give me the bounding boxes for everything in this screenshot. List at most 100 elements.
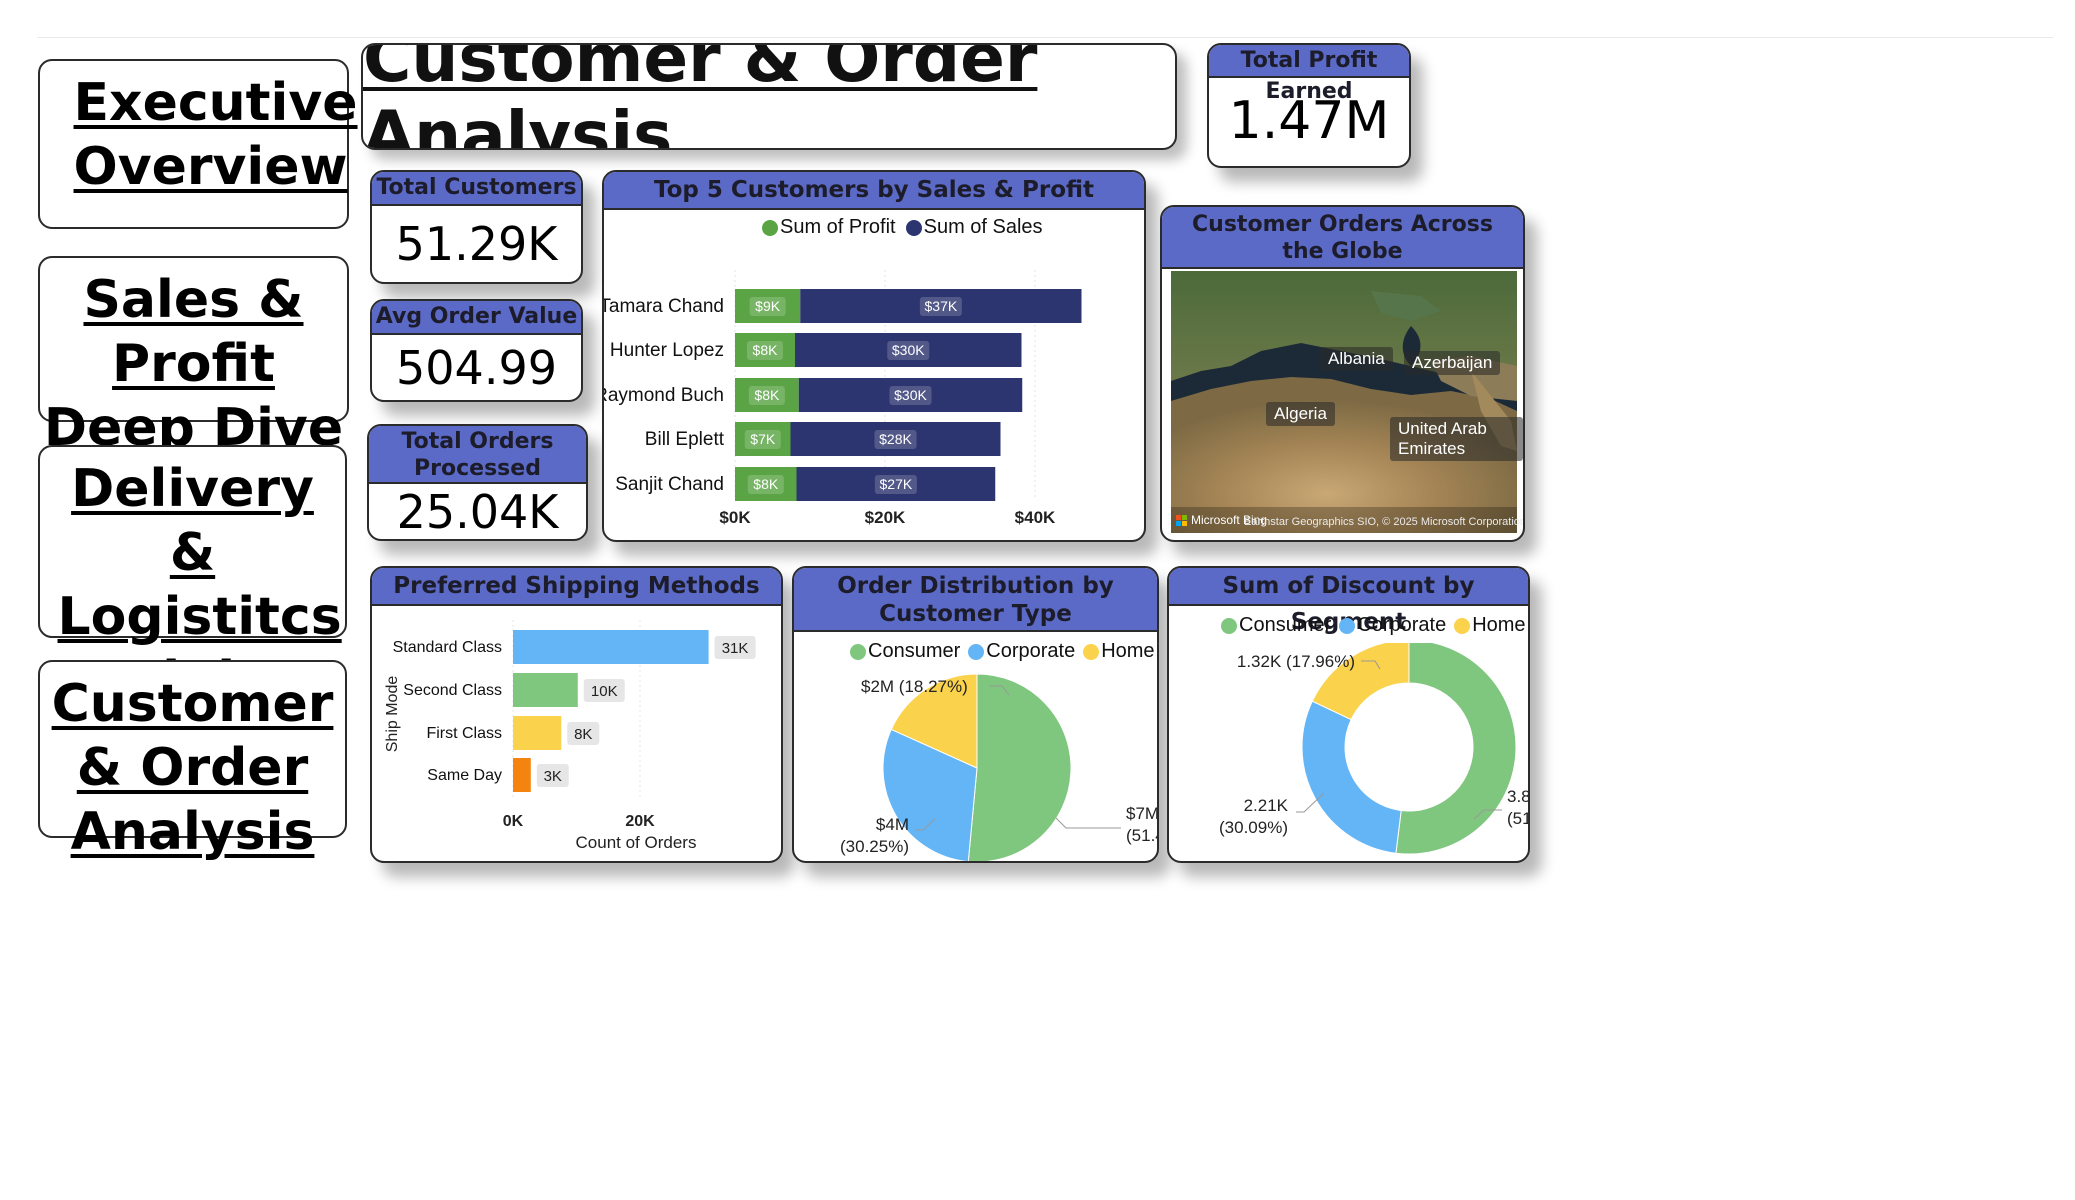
home-office-swatch-2 [1454,617,1471,634]
discount-data-label: 1.32K (17.96%) [1237,652,1355,671]
legend-home-office-label-2: Home Office [1472,614,1528,636]
discount-data-label: (51.95%) [1507,809,1528,828]
nav-customer-label: Customer & Order Analysis [51,674,334,862]
order-distribution-data-label: $7M [1126,804,1157,823]
top5-x-tick: $40K [1015,508,1056,527]
shipping-x-tick: 20K [625,813,655,830]
shipping-x-tick: 0K [503,813,524,830]
top5-category-label: Raymond Buch [604,385,724,406]
kpi-avg-order-value: Avg Order Value 504.99 [370,299,583,402]
order-distribution-data-label: $4M [876,815,909,834]
map-title: Customer Orders Across the Globe [1162,207,1523,269]
nav-customer-order[interactable]: Customer & Order Analysis [38,660,347,862]
discount-data-label: 3.81K [1507,787,1528,806]
discount-data-label: 2.21K [1244,796,1289,815]
shipping-bar [513,758,531,792]
microsoft-logo-icon [1176,514,1187,526]
top5-profit-data-label: $9K [755,298,781,314]
kpi-total-orders: Total Orders Processed 25.04K [367,424,588,541]
order-distribution-data-label: (30.25%) [840,837,909,856]
shipping-chart-svg: 0K 20K Standard Class 31K Second Class 10K Fir… [384,620,756,852]
nav-sales-profit[interactable]: Sales & Profit Deep Dive [38,256,349,458]
legend-home-office-label: Home Office [1101,640,1157,662]
shipping-category-label: First Class [426,725,502,742]
order-distribution-svg: $7M (51.48%) $4M (30.25%) $2M (18.27%) [840,673,1157,861]
order-distribution-legend: Consumer Corporate Home Office [850,640,1157,663]
discount-legend: Consumer Corporate Home Office [1221,614,1528,637]
legend-consumer-label: Consumer [868,640,961,662]
kpi-total-profit: Total Profit Earned 1.47M [1207,43,1411,168]
legend-item-corporate-2[interactable]: Corporate [1339,614,1446,637]
top5-sales-data-label: $30K [894,387,927,403]
legend-item-home-office-2[interactable]: Home Office [1454,614,1528,637]
legend-item-home-office[interactable]: Home Office [1083,640,1157,663]
order-distribution-leader-line [1055,817,1121,829]
discount-card: Sum of Discount by Segment Consumer Corp… [1167,566,1530,863]
legend-item-consumer[interactable]: Consumer [850,640,960,663]
discount-slice [1301,700,1402,854]
map-label-algeria[interactable]: Algeria [1266,402,1335,426]
map-image[interactable] [1171,271,1517,533]
kpi-avg-order-label: Avg Order Value [372,301,581,335]
nav-executive-overview[interactable]: Executive Overview [38,59,358,229]
consumer-swatch-2 [1221,617,1237,634]
top5-category-label: Tamara Chand [604,296,724,317]
shipping-data-label: 10K [591,683,618,700]
order-distribution-title: Order Distribution by Customer Type [794,568,1157,632]
order-distribution-slice [967,673,1072,861]
kpi-total-profit-value: 1.47M [1228,91,1390,151]
top5-profit-data-label: $8K [753,476,779,492]
map-label-albania[interactable]: Albania [1320,347,1393,371]
legend-corporate-label: Corporate [986,640,1076,662]
nav-executive-label: Executive Overview [73,73,358,197]
shipping-category-label: Standard Class [393,639,502,656]
map-label-azerbaijan[interactable]: Azerbaijan [1404,351,1501,375]
kpi-avg-order-value-number: 504.99 [396,341,557,395]
shipping-data-label: 31K [722,640,749,657]
kpi-total-orders-label: Total Orders Processed [369,426,586,484]
top5-sales-data-label: $30K [892,342,925,358]
top5-category-label: Bill Eplett [645,429,725,450]
top5-sales-data-label: $37K [925,298,958,314]
nav-sales-label: Sales & Profit Deep Dive [43,270,344,458]
top5-profit-data-label: $7K [750,431,776,447]
discount-data-label: (30.09%) [1219,818,1288,837]
top5-category-label: Sanjit Chand [615,474,724,495]
legend-corporate-label-2: Corporate [1357,614,1447,636]
dashboard-canvas: Executive Overview Sales & Profit Deep D… [37,37,2053,1163]
top5-profit-data-label: $8K [753,342,779,358]
top5-sales-data-label: $28K [879,431,912,447]
discount-slice [1395,643,1517,855]
map-label-uae[interactable]: United Arab Emirates [1390,417,1523,461]
top5-category-label: Hunter Lopez [610,340,724,361]
kpi-total-customers-label: Total Customers [372,172,581,206]
top5-sales-data-label: $27K [880,476,913,492]
top5-x-tick: $0K [719,508,751,527]
legend-item-consumer-2[interactable]: Consumer [1221,614,1331,637]
shipping-category-label: Same Day [427,767,502,784]
kpi-total-profit-label: Total Profit Earned [1209,45,1409,104]
map-card: Customer Orders Across the Globe Albania… [1160,205,1525,542]
discount-chart-title: Sum of Discount by Segment [1169,568,1528,635]
shipping-x-axis-title: Count of Orders [576,833,697,852]
shipping-bar [513,630,709,664]
top5-customers-card: Top 5 Customers by Sales & Profit Sum of… [602,170,1146,542]
legend-item-corporate[interactable]: Corporate [968,640,1075,663]
shipping-card: Preferred Shipping Methods 0K 20K Standard… [370,566,783,863]
shipping-bar [513,673,578,707]
page-title: Customer & Order Analysis [363,43,1038,150]
top5-chart-title: Top 5 Customers by Sales & Profit [604,172,1144,210]
shipping-data-label: 3K [544,768,562,785]
shipping-bar [513,716,562,750]
shipping-category-label: Second Class [403,682,502,699]
top5-chart-svg: $0K $20K $40K Tamara Chand $9K $37K Hunter Lop… [604,270,1082,527]
consumer-swatch [850,643,866,660]
kpi-total-customers: Total Customers 51.29K [370,170,583,284]
shipping-data-label: 8K [574,726,592,743]
legend-consumer-label-2: Consumer [1239,614,1332,636]
nav-delivery-logistics[interactable]: Delivery & Logistitcs Insights [38,445,347,711]
top5-profit-data-label: $8K [754,387,780,403]
order-distribution-data-label: $2M (18.27%) [861,677,968,696]
shipping-y-axis-title: Ship Mode [384,676,401,753]
shipping-chart-title: Preferred Shipping Methods [372,568,781,606]
